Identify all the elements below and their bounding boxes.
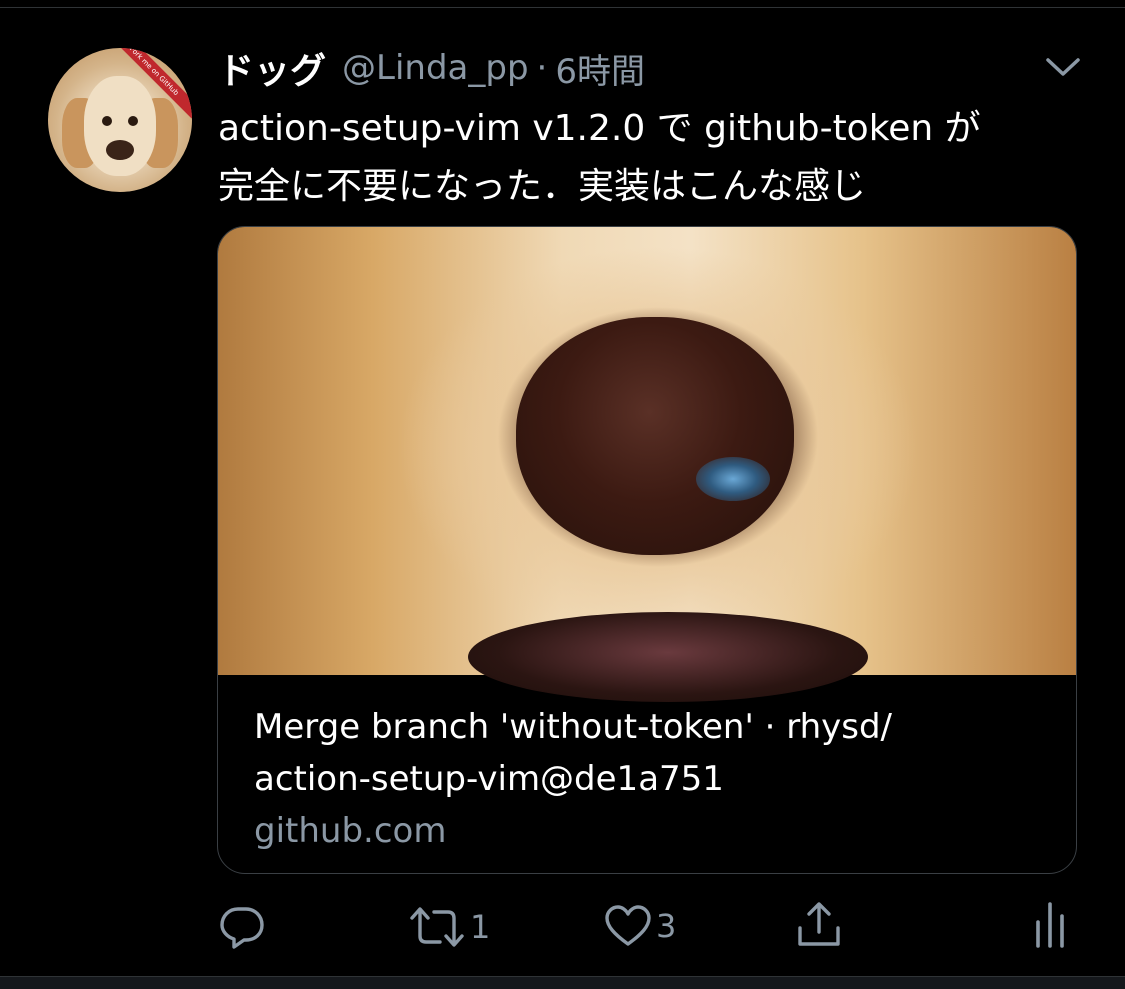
analytics-button[interactable] (1030, 900, 1070, 950)
share-icon (798, 902, 840, 946)
avatar[interactable]: Fork me on GitHub (48, 48, 192, 192)
separator-dot: · (536, 48, 548, 88)
retweet-button[interactable]: 1 (408, 904, 490, 950)
card-title-line-1: Merge branch 'without-token' · rhysd/ (254, 707, 893, 747)
tweet-text-line-1: action-setup-vim v1.2.0 で github-token が (218, 108, 981, 149)
card-image-nose-highlight (696, 457, 770, 501)
retweet-icon (410, 907, 464, 947)
tweet-text: action-setup-vim v1.2.0 で github-token が… (218, 100, 1078, 216)
heart-icon (605, 905, 651, 946)
chevron-down-icon (1046, 58, 1080, 76)
bottom-divider (0, 976, 1125, 989)
card-title-line-2: action-setup-vim@de1a751 (254, 759, 724, 799)
retweet-count: 1 (470, 908, 491, 946)
more-options-button[interactable] (1042, 52, 1084, 82)
analytics-icon (1036, 902, 1064, 948)
share-button[interactable] (795, 900, 843, 950)
like-count: 3 (656, 907, 677, 945)
card-image-dog-nose (516, 317, 794, 555)
tweet-header: ドッグ @Linda_pp · 6時間 (218, 44, 645, 92)
card-domain: github.com (254, 811, 447, 851)
user-handle[interactable]: @Linda_pp (342, 48, 529, 88)
tweet-text-line-2: 完全に不要になった．実装はこんな感じ (218, 166, 867, 207)
like-button[interactable]: 3 (604, 904, 676, 948)
reply-button[interactable] (218, 904, 266, 950)
link-card[interactable]: Merge branch 'without-token' · rhysd/ ac… (217, 226, 1077, 874)
display-name[interactable]: ドッグ (218, 42, 326, 94)
card-body: Merge branch 'without-token' · rhysd/ ac… (254, 701, 1054, 857)
card-image (218, 227, 1076, 702)
reply-icon (220, 907, 264, 949)
top-divider (0, 0, 1125, 8)
action-bar: 1 3 (0, 896, 1125, 956)
avatar-eye-right (128, 116, 138, 126)
timestamp[interactable]: 6時間 (555, 44, 645, 93)
avatar-nose (106, 140, 134, 160)
avatar-face (84, 76, 156, 176)
avatar-eye-left (102, 116, 112, 126)
card-image-dog-mouth (468, 612, 868, 702)
